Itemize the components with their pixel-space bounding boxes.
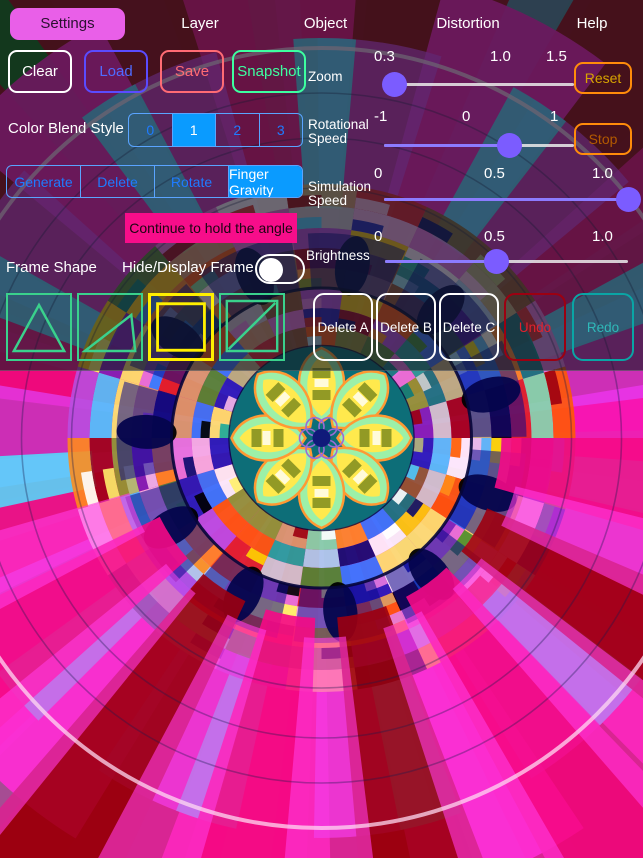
simulation-speed-label: Simulation Speed: [308, 179, 372, 208]
blend-option-2[interactable]: 2: [216, 114, 260, 146]
simulation-speed-thumb[interactable]: [615, 187, 641, 212]
object-mode-segmented[interactable]: Generate Delete Rotate Finger Gravity: [6, 165, 303, 198]
tab-layer[interactable]: Layer: [160, 8, 240, 40]
hide-display-frame-label: Hide/Display Frame: [122, 259, 254, 276]
rotational-speed-tick: 0: [462, 108, 471, 125]
tab-settings[interactable]: Settings: [10, 8, 125, 40]
rotational-speed-fill: [384, 144, 510, 147]
control-panel: Settings Layer Object Distortion Help Clear L…: [0, 0, 643, 371]
zoom-label: Zoom: [308, 69, 343, 84]
hide-display-frame-toggle[interactable]: [255, 254, 305, 284]
delete-a-button[interactable]: Delete A: [313, 293, 373, 361]
tab-bar: Settings Layer Object Distortion Help: [0, 0, 643, 46]
simulation-speed-fill: [384, 198, 628, 201]
square-diagonal-icon: [225, 299, 279, 353]
object-mode-finger-gravity[interactable]: Finger Gravity: [229, 166, 302, 197]
delete-b-button[interactable]: Delete B: [376, 293, 436, 361]
rotational-speed-thumb[interactable]: [496, 133, 522, 158]
hold-angle-button[interactable]: Continue to hold the angle: [125, 213, 297, 243]
rotational-speed-label: Rotational Speed: [308, 117, 369, 146]
redo-button[interactable]: Redo: [572, 293, 634, 361]
save-button[interactable]: Save: [160, 50, 224, 93]
object-mode-delete[interactable]: Delete: [81, 166, 155, 197]
zoom-tick: 1.0: [490, 48, 511, 65]
frame-shape-label: Frame Shape: [6, 259, 97, 276]
zoom-tick: 0.3: [374, 48, 395, 65]
rotational-speed-tick: -1: [374, 108, 388, 125]
object-mode-generate[interactable]: Generate: [7, 166, 81, 197]
zoom-thumb[interactable]: [381, 72, 407, 97]
undo-button[interactable]: Undo: [504, 293, 566, 361]
rotational-speed-track[interactable]: [384, 144, 574, 147]
brightness-fill: [385, 260, 497, 263]
clear-button[interactable]: Clear: [8, 50, 72, 93]
simulation-speed-track[interactable]: [384, 198, 628, 201]
frame-shape-square-diagonal-button[interactable]: [219, 293, 285, 361]
rotational-speed-tick: 1: [550, 108, 559, 125]
blend-option-1[interactable]: 1: [172, 114, 216, 146]
kaleidoscope-app: Settings Layer Object Distortion Help Clear L…: [0, 0, 643, 858]
blend-option-3[interactable]: 3: [260, 114, 303, 146]
brightness-tick: 1.0: [592, 228, 613, 245]
simulation-speed-tick: 1.0: [592, 165, 613, 182]
blend-option-0[interactable]: 0: [129, 114, 173, 146]
frame-shape-triangle-right-button[interactable]: [77, 293, 143, 361]
zoom-tick: 1.5: [546, 48, 567, 65]
triangle-equilateral-icon: [11, 302, 67, 353]
simulation-speed-tick: 0: [374, 165, 383, 182]
zoom-track[interactable]: [384, 83, 574, 86]
tab-help[interactable]: Help: [562, 8, 622, 40]
frame-shape-triangle-equilateral-button[interactable]: [6, 293, 72, 361]
brightness-label: Brightness: [306, 248, 370, 263]
load-button[interactable]: Load: [84, 50, 148, 93]
reset-button[interactable]: Reset: [574, 62, 632, 94]
frame-shape-square-button[interactable]: [148, 293, 214, 361]
tab-object[interactable]: Object: [288, 8, 363, 40]
stop-button[interactable]: Stop: [574, 123, 632, 155]
color-blend-style-segmented[interactable]: 0123: [128, 113, 303, 147]
brightness-thumb[interactable]: [484, 249, 510, 274]
brightness-tick: 0: [374, 228, 383, 245]
triangle-right-icon: [81, 312, 137, 353]
object-mode-rotate[interactable]: Rotate: [155, 166, 229, 197]
toggle-knob: [259, 258, 283, 282]
tab-distortion[interactable]: Distortion: [418, 8, 518, 40]
color-blend-style-label: Color Blend Style: [8, 120, 124, 137]
simulation-speed-tick: 0.5: [484, 165, 505, 182]
brightness-tick: 0.5: [484, 228, 505, 245]
delete-c-button[interactable]: Delete C: [439, 293, 499, 361]
snapshot-button[interactable]: Snapshot: [232, 50, 306, 93]
square-icon: [156, 302, 206, 352]
